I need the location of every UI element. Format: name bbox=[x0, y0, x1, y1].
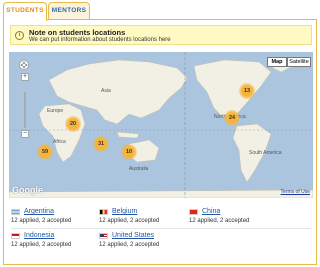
info-icon: i bbox=[15, 31, 24, 40]
country-link[interactable]: Argentina bbox=[24, 208, 54, 215]
country-stats: 12 applied, 2 accepted bbox=[11, 218, 72, 224]
belgium-flag-icon bbox=[99, 209, 108, 215]
info-note: i Note on students locations We can put … bbox=[10, 25, 312, 45]
country-link[interactable]: China bbox=[202, 208, 220, 215]
cluster-marker[interactable]: 20 bbox=[65, 116, 81, 132]
cluster-marker[interactable]: 10 bbox=[121, 144, 137, 160]
google-logo[interactable]: Google bbox=[12, 185, 43, 195]
country-item: Belgium 12 applied, 2 accepted bbox=[99, 208, 189, 228]
cluster-marker[interactable]: 31 bbox=[93, 136, 109, 152]
country-legend: Argentina 12 applied, 2 accepted Belgium… bbox=[11, 208, 315, 262]
students-panel: i Note on students locations We can put … bbox=[3, 19, 317, 265]
terms-of-use-link[interactable]: Terms of Use bbox=[281, 189, 310, 195]
country-stats: 12 applied, 2 accepted bbox=[99, 218, 160, 224]
country-item: Indonesia 12 applied, 2 accepted bbox=[11, 232, 101, 252]
indonesia-landmass bbox=[116, 131, 140, 139]
map-type-satellite-button[interactable]: Satellite bbox=[287, 57, 311, 67]
country-stats: 12 applied, 2 accepted bbox=[11, 242, 72, 248]
label-south-america: South America bbox=[249, 150, 282, 156]
zoom-slider[interactable] bbox=[24, 92, 26, 128]
antarctica-landmass bbox=[9, 189, 313, 198]
world-map[interactable]: + − Map Satellite Asia Europe Africa Aus… bbox=[9, 52, 313, 198]
country-stats: 12 applied, 2 accepted bbox=[189, 218, 250, 224]
tab-bar: STUDENTS MENTORS bbox=[0, 0, 320, 21]
china-flag-icon bbox=[189, 209, 198, 215]
map-tiles bbox=[9, 52, 313, 198]
indonesia-flag-icon bbox=[11, 233, 20, 239]
label-africa: Africa bbox=[53, 139, 66, 145]
us-flag-icon bbox=[99, 233, 108, 239]
country-link[interactable]: Indonesia bbox=[24, 232, 54, 239]
country-item: China 12 applied, 2 accepted bbox=[189, 208, 279, 228]
label-europe: Europe bbox=[47, 108, 64, 114]
country-item: Argentina 12 applied, 2 accepted bbox=[11, 208, 101, 228]
label-australia: Australia bbox=[129, 166, 149, 172]
zoom-in-button[interactable]: + bbox=[21, 73, 29, 81]
tab-students[interactable]: STUDENTS bbox=[3, 2, 47, 21]
divider bbox=[11, 228, 311, 229]
cluster-marker[interactable]: 59 bbox=[37, 144, 53, 160]
country-link[interactable]: Belgium bbox=[112, 208, 137, 215]
cluster-marker[interactable]: 24 bbox=[224, 110, 240, 126]
cluster-marker[interactable]: 13 bbox=[239, 83, 255, 99]
note-title: Note on students locations bbox=[29, 28, 126, 37]
map-type-map-button[interactable]: Map bbox=[267, 57, 287, 67]
note-text: We can put information about students lo… bbox=[29, 37, 171, 43]
country-stats: 12 applied, 2 accepted bbox=[99, 242, 160, 248]
label-asia: Asia bbox=[101, 88, 111, 94]
pan-control[interactable] bbox=[19, 60, 29, 70]
country-item: United States 12 applied, 2 accepted bbox=[99, 232, 189, 252]
zoom-out-button[interactable]: − bbox=[21, 130, 29, 138]
argentina-flag-icon bbox=[11, 209, 20, 215]
tab-mentors[interactable]: MENTORS bbox=[48, 2, 90, 20]
country-link[interactable]: United States bbox=[112, 232, 154, 239]
